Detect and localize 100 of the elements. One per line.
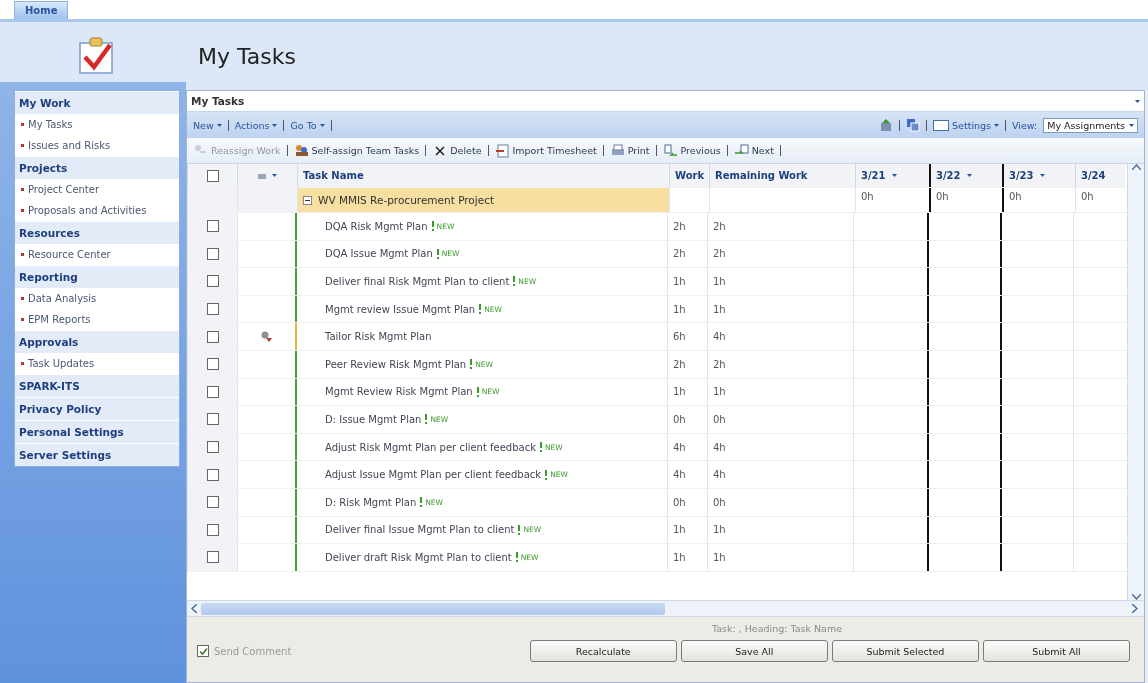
nav-section-heading[interactable]: Reporting — [15, 265, 179, 288]
table-cell: 1h — [667, 516, 707, 544]
toolbar-button[interactable]: Import Timesheet — [494, 142, 597, 159]
nav-link[interactable]: My Tasks — [15, 114, 179, 135]
caret-icon — [272, 123, 278, 127]
row-checkbox[interactable] — [206, 468, 219, 481]
row-checkbox[interactable] — [206, 496, 219, 509]
scroll-down-icon[interactable] — [1131, 594, 1141, 600]
exclamation-icon — [430, 221, 435, 232]
caret-icon — [216, 123, 222, 127]
toolbar-menu[interactable]: Actions — [234, 119, 278, 131]
nav-section-heading[interactable]: Resources — [15, 221, 179, 244]
row-checkbox[interactable] — [206, 358, 219, 371]
row-checkbox[interactable] — [206, 275, 219, 288]
row-checkbox[interactable] — [206, 247, 219, 260]
settings-icon — [933, 119, 950, 131]
page-title: My Tasks — [197, 42, 297, 71]
exclamation-icon — [478, 304, 483, 315]
table-cell: 0h — [707, 488, 853, 516]
column-header[interactable]: Task Name — [297, 164, 669, 187]
row-checkbox[interactable] — [206, 551, 219, 564]
table-cell: 0h — [855, 188, 929, 212]
nav-section-heading[interactable]: Approvals — [15, 330, 179, 353]
home-tab[interactable]: Home — [14, 1, 69, 19]
nav-link[interactable]: Data Analysis — [15, 288, 179, 309]
toolbar-button[interactable]: Next — [733, 142, 774, 159]
table-cell: 1h — [707, 544, 853, 571]
table-cell: 2h — [667, 350, 707, 378]
table-cell: 4h — [667, 433, 707, 461]
table-cell: 4h — [707, 461, 853, 488]
view-dropdown[interactable]: My Assignments — [1043, 117, 1138, 133]
table-cell: 0h — [667, 488, 707, 516]
table-cell: 4h — [707, 433, 853, 461]
row-checkbox[interactable] — [206, 303, 219, 316]
nav-link[interactable]: Issues and Risks — [15, 135, 179, 156]
nav-link[interactable]: Project Center — [15, 179, 179, 200]
table-cell: 1h — [707, 295, 853, 323]
exclamation-icon — [512, 276, 517, 287]
row-checkbox[interactable] — [206, 413, 219, 426]
column-header[interactable]: 3/22 — [929, 164, 1002, 187]
nav-section-heading[interactable]: My Work — [15, 91, 179, 114]
checkmark-icon — [198, 646, 208, 656]
toolbar-button[interactable]: Print — [609, 142, 650, 159]
nav-link[interactable]: Task Updates — [15, 353, 179, 374]
nav-link[interactable]: Proposals and Activities — [15, 200, 179, 221]
exclamation-icon — [435, 248, 440, 259]
table-cell: 0h — [929, 188, 1002, 212]
nav-section-heading[interactable]: Server Settings — [15, 443, 179, 466]
windows-icon[interactable] — [906, 118, 921, 132]
task-name-cell[interactable]: Tailor Risk Mgmt Plan — [297, 323, 667, 350]
caret-icon — [1039, 174, 1045, 177]
footer-button[interactable]: Save All — [680, 640, 828, 662]
table-cell: 2h — [667, 240, 707, 268]
row-checkbox[interactable] — [206, 220, 219, 233]
column-header[interactable]: Remaining Work — [709, 164, 855, 187]
toolbar-button[interactable]: Previous — [662, 142, 721, 159]
caret-icon — [319, 123, 325, 127]
project-group-row[interactable]: WV MMIS Re-procurement Project — [297, 188, 669, 212]
toolbar-button[interactable]: Delete — [432, 142, 482, 159]
toolbar-menu[interactable]: Go To — [290, 119, 325, 131]
row-checkbox[interactable] — [206, 523, 219, 536]
table-cell: 2h — [667, 213, 707, 240]
nav-section-heading[interactable]: Projects — [15, 156, 179, 179]
column-header[interactable]: 3/24 — [1075, 164, 1125, 187]
footer-button[interactable]: Recalculate — [529, 640, 677, 662]
table-cell: 4h — [667, 461, 707, 488]
scroll-left-icon[interactable] — [191, 604, 197, 613]
indicator-icon — [258, 172, 266, 179]
row-checkbox[interactable] — [206, 385, 219, 398]
assignment-icon — [259, 330, 274, 343]
row-checkbox[interactable] — [206, 330, 219, 343]
people-icon — [293, 142, 310, 159]
select-all-checkbox[interactable] — [206, 169, 219, 182]
nav-section-heading[interactable]: Personal Settings — [15, 420, 179, 443]
footer-button[interactable]: Submit All — [982, 640, 1130, 662]
import-icon — [494, 142, 511, 159]
nav-section-heading[interactable]: SPARK-ITS — [15, 374, 179, 397]
nav-link[interactable]: Resource Center — [15, 244, 179, 265]
toolbar-button[interactable]: Self-assign Team Tasks — [293, 142, 420, 159]
scroll-right-icon[interactable] — [1132, 604, 1138, 613]
exclamation-icon — [424, 414, 429, 425]
caret-icon — [994, 123, 1000, 127]
vertical-scrollbar[interactable] — [1127, 164, 1144, 600]
toolbar-menu[interactable]: New — [193, 119, 222, 131]
column-header[interactable]: 3/21 — [855, 164, 929, 187]
nav-section-heading[interactable]: Privacy Policy — [15, 397, 179, 420]
horizontal-scrollbar[interactable] — [187, 600, 1144, 616]
table-cell: 1h — [667, 544, 707, 571]
settings-menu[interactable]: Settings — [933, 119, 1000, 131]
table-cell: 0h — [1002, 188, 1075, 212]
column-header[interactable]: 3/23 — [1002, 164, 1075, 187]
table-cell: 1h — [667, 268, 707, 295]
nav-link[interactable]: EPM Reports — [15, 309, 179, 330]
scroll-up-icon[interactable] — [1131, 164, 1141, 170]
column-header[interactable]: Work — [669, 164, 709, 187]
row-checkbox[interactable] — [206, 441, 219, 454]
footer-button[interactable]: Submit Selected — [831, 640, 979, 662]
table-cell: 6h — [667, 323, 707, 350]
collapse-icon[interactable] — [303, 195, 312, 205]
list-title: My Tasks — [191, 95, 245, 107]
